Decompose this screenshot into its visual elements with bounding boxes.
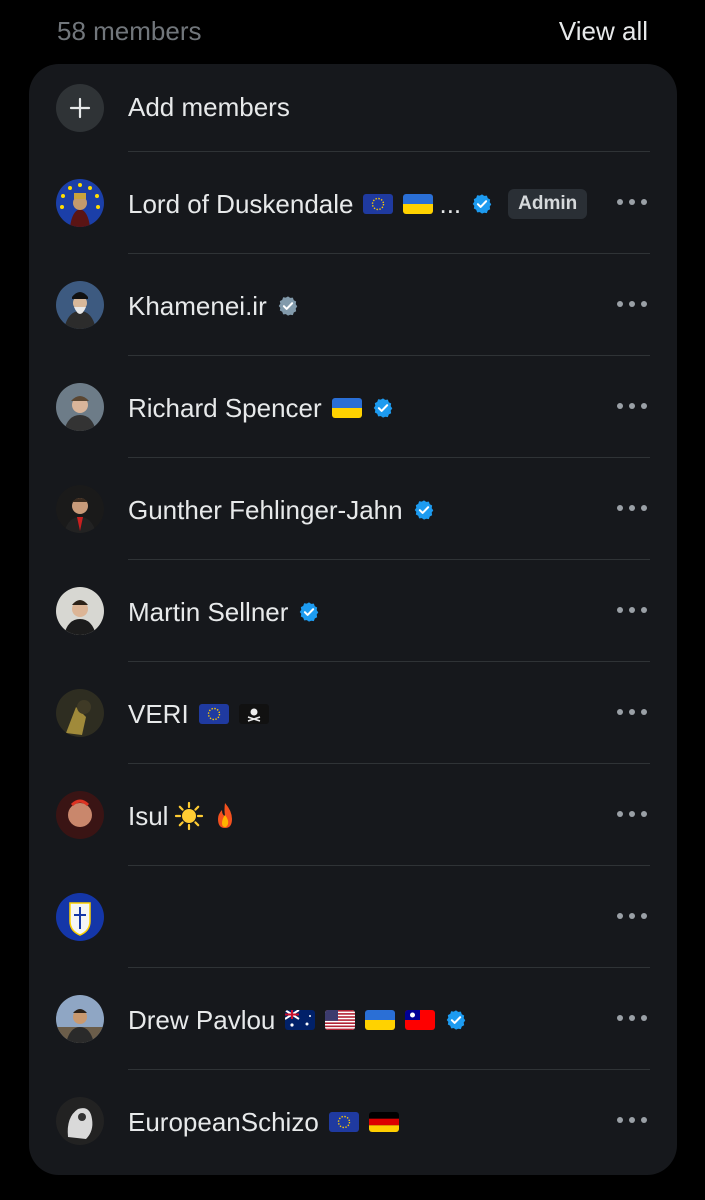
avatar[interactable]: [56, 179, 104, 227]
australia-flag-icon: [285, 1010, 316, 1030]
truncation-ellipsis: ...: [439, 188, 462, 219]
avatar[interactable]: [56, 281, 104, 329]
admin-badge: Admin: [508, 189, 588, 219]
avatar[interactable]: [56, 689, 104, 737]
member-name: Martin Sellner: [128, 596, 289, 627]
germany-flag-icon: [368, 1112, 399, 1132]
member-row[interactable]: Isul: [29, 764, 677, 866]
verified-badge-icon: [372, 397, 394, 419]
avatar[interactable]: [56, 587, 104, 635]
more-options-icon[interactable]: [617, 1006, 647, 1030]
add-members-row[interactable]: Add members: [29, 64, 677, 166]
avatar[interactable]: [56, 893, 104, 941]
more-options-icon[interactable]: [617, 394, 647, 418]
member-name: Gunther Fehlinger-Jahn: [128, 494, 403, 525]
member-row[interactable]: Lord of Duskendale ... Admin: [29, 152, 677, 254]
member-row[interactable]: Khamenei.ir: [29, 254, 677, 356]
more-options-icon[interactable]: [617, 700, 647, 724]
pirate-flag-icon: [238, 704, 269, 724]
member-name-line: VERI: [128, 694, 269, 734]
taiwan-flag-icon: [405, 1010, 436, 1030]
gray-verified-badge-icon: [277, 295, 299, 317]
member-name: EuropeanSchizo: [128, 1106, 319, 1137]
members-header: 58 members View all: [0, 0, 705, 64]
member-count: 58 members: [57, 16, 202, 46]
more-options-icon[interactable]: [617, 292, 647, 316]
more-options-icon[interactable]: [617, 802, 647, 826]
avatar[interactable]: [56, 995, 104, 1043]
eu-flag-icon: [328, 1112, 359, 1132]
member-row[interactable]: Richard Spencer: [29, 356, 677, 458]
member-name-line: Drew Pavlou: [128, 1000, 467, 1040]
members-card: Add members Lord of Duskendale ... Admin…: [29, 64, 677, 1175]
member-name-line: Khamenei.ir: [128, 286, 299, 326]
verified-badge-icon: [298, 601, 320, 623]
eu-flag-icon: [363, 194, 394, 214]
member-row[interactable]: VERI: [29, 662, 677, 764]
plus-icon[interactable]: [56, 84, 104, 132]
avatar[interactable]: [56, 383, 104, 431]
avatar[interactable]: [56, 791, 104, 839]
more-options-icon[interactable]: [617, 190, 647, 214]
member-name-line: Richard Spencer: [128, 388, 394, 428]
member-name-line: Gunther Fehlinger-Jahn: [128, 490, 435, 530]
member-row[interactable]: Drew Pavlou: [29, 968, 677, 1070]
member-name: Drew Pavlou: [128, 1004, 276, 1035]
ukraine-flag-icon: [331, 398, 362, 418]
member-name: Isul: [128, 800, 169, 831]
member-row[interactable]: EuropeanSchizo: [29, 1070, 677, 1172]
member-name-line: Lord of Duskendale ... Admin: [128, 184, 588, 224]
usa-flag-icon: [325, 1010, 356, 1030]
member-name: Khamenei.ir: [128, 290, 267, 321]
member-row[interactable]: [29, 866, 677, 968]
more-options-icon[interactable]: [617, 598, 647, 622]
verified-badge-icon: [413, 499, 435, 521]
verified-badge-icon: [471, 193, 493, 215]
member-name: Richard Spencer: [128, 392, 322, 423]
avatar[interactable]: [56, 1097, 104, 1145]
member-name-line: Isul: [128, 796, 240, 836]
eu-flag-icon: [198, 704, 229, 724]
ukraine-flag-icon: [403, 194, 434, 214]
avatar[interactable]: [56, 485, 104, 533]
ukraine-flag-icon: [365, 1010, 396, 1030]
view-all-link[interactable]: View all: [559, 16, 648, 47]
more-options-icon[interactable]: [617, 1108, 647, 1132]
member-row[interactable]: Martin Sellner: [29, 560, 677, 662]
member-name: Lord of Duskendale: [128, 188, 354, 219]
fire-emoji-icon: [210, 801, 240, 831]
member-name-line: Martin Sellner: [128, 592, 320, 632]
member-row[interactable]: Gunther Fehlinger-Jahn: [29, 458, 677, 560]
sun-emoji-icon: [174, 801, 204, 831]
member-name-line: EuropeanSchizo: [128, 1102, 399, 1142]
more-options-icon[interactable]: [617, 496, 647, 520]
member-name: VERI: [128, 698, 189, 729]
more-options-icon[interactable]: [617, 904, 647, 928]
verified-badge-icon: [445, 1009, 467, 1031]
add-members-label: Add members: [128, 92, 290, 122]
